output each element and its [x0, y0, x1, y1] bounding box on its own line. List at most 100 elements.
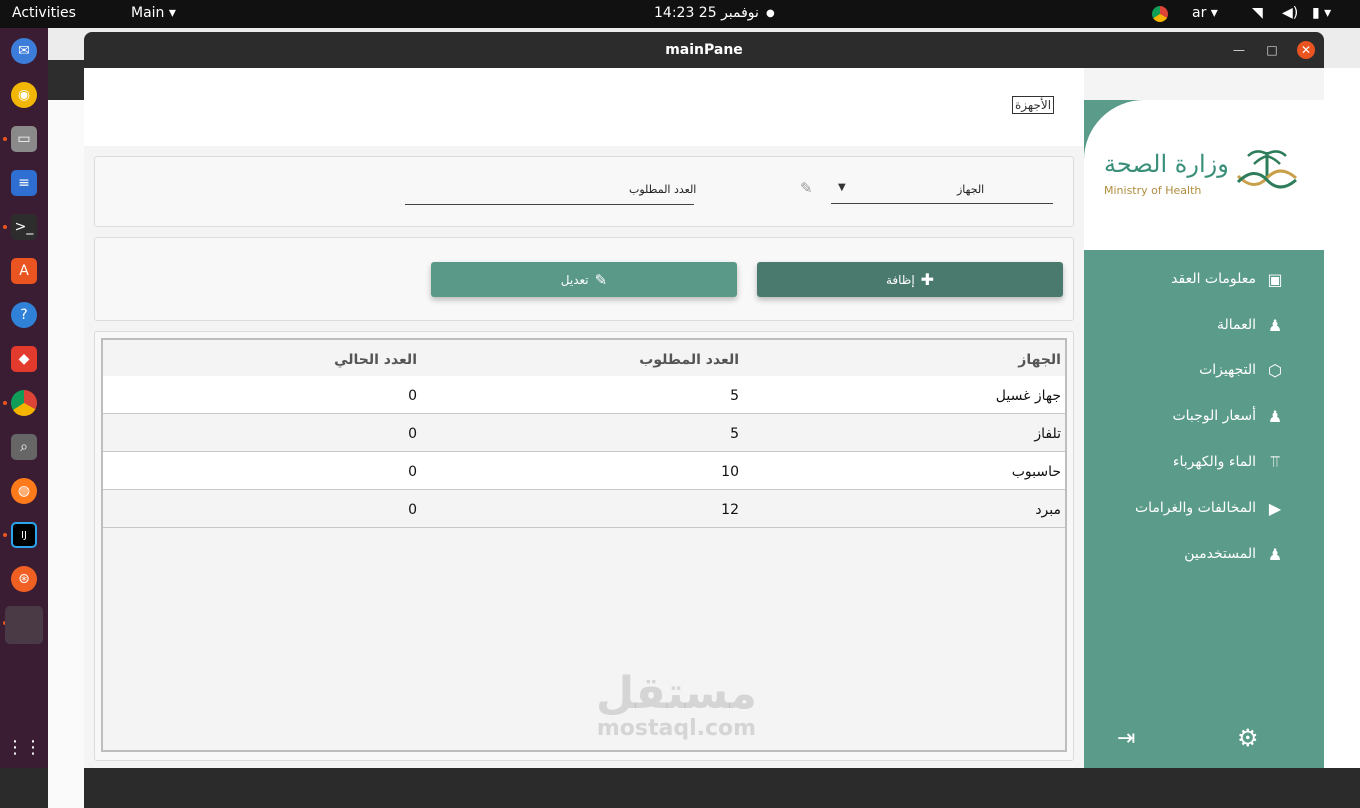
user-icon: ♟ — [1267, 544, 1283, 564]
running-indicator — [3, 401, 7, 405]
running-indicator — [3, 533, 7, 537]
running-indicator — [3, 137, 7, 141]
cell-current: 0 — [408, 464, 417, 480]
system-top-bar: Activities Main ▾ 14:23 نوفمبر 25 ● ar ▾… — [0, 0, 1360, 28]
logout-icon[interactable]: ⇥ — [1117, 726, 1135, 751]
required-count-input[interactable] — [405, 204, 694, 205]
header-current-count: العدد الحالي — [334, 352, 417, 368]
actions-card: إظافة ✚ تعديل ✎ — [94, 237, 1074, 321]
user-icon: ♟ — [1267, 406, 1283, 426]
language-indicator[interactable]: ar ▾ — [1192, 5, 1218, 21]
minimize-icon[interactable]: — — [1230, 41, 1248, 59]
logo-area: وزارة الصحة Ministry of Health — [1084, 100, 1324, 250]
running-indicator — [3, 225, 7, 229]
sidebar-item-label: الماء والكهرباء — [1172, 454, 1256, 470]
sidebar-item-equipment[interactable]: التجهيزات ⬡ — [1199, 358, 1284, 382]
table-row[interactable]: جهاز غسيل 5 0 — [103, 376, 1065, 414]
battery-icon[interactable]: ▮ ▾ — [1312, 5, 1331, 21]
window-title: mainPane — [665, 42, 743, 58]
plus-icon: ✚ — [920, 270, 935, 289]
volume-icon[interactable]: ◀) — [1282, 5, 1298, 21]
chrome-icon[interactable] — [11, 390, 37, 416]
background-window-right-strip — [1324, 68, 1360, 768]
show-apps-icon[interactable]: ⋮⋮ — [6, 734, 42, 760]
firefox-icon[interactable]: ◍ — [11, 478, 37, 504]
required-count-label: العدد المطلوب — [629, 183, 697, 196]
cell-device: مبرد — [1035, 502, 1061, 518]
app-menu[interactable]: Main ▾ — [131, 5, 176, 21]
cell-device: جهاز غسيل — [995, 388, 1061, 404]
clipboard-icon: ▣ — [1267, 269, 1283, 289]
close-icon[interactable]: ✕ — [1297, 41, 1315, 59]
terminal-icon[interactable]: >_ — [11, 214, 37, 240]
cell-required: 12 — [721, 502, 739, 518]
software-center-icon[interactable]: A — [11, 258, 37, 284]
page-title: الأجهزة — [1012, 96, 1055, 114]
sidebar-item-violations-fines[interactable]: المخالفات والغرامات ▶ — [1135, 496, 1284, 520]
form-card: الجهاز ▼ ✎ العدد المطلوب — [94, 156, 1074, 227]
cell-device: تلفاز — [1034, 426, 1061, 442]
edit-icon: ✎ — [594, 270, 608, 289]
add-button[interactable]: إظافة ✚ — [757, 262, 1063, 297]
header-area: الأجهزة — [84, 68, 1084, 146]
gear-icon[interactable]: ⚙ — [1237, 724, 1259, 752]
sidebar-item-contract-info[interactable]: معلومات العقد ▣ — [1171, 267, 1284, 291]
cell-required: 5 — [730, 388, 739, 404]
cell-required: 10 — [721, 464, 739, 480]
java-app-icon[interactable] — [5, 606, 43, 644]
play-icon: ▶ — [1268, 498, 1282, 518]
background-window-left-strip — [48, 100, 84, 808]
cell-current: 0 — [408, 502, 417, 518]
sidebar-item-label: معلومات العقد — [1171, 271, 1256, 287]
wifi-icon[interactable]: ◥ — [1252, 5, 1263, 21]
user-icon: ♟ — [1267, 315, 1283, 335]
help-icon[interactable]: ? — [11, 302, 37, 328]
rhythmbox-icon[interactable]: ◉ — [11, 82, 37, 108]
table-row[interactable]: حاسبوب 10 0 — [103, 452, 1065, 490]
sidebar-item-label: المستخدمين — [1184, 546, 1256, 562]
sidebar-item-water-electricity[interactable]: الماء والكهرباء ⫪ — [1173, 450, 1284, 474]
anydesk-icon[interactable]: ◆ — [11, 346, 37, 372]
cell-required: 5 — [730, 426, 739, 442]
cell-device: حاسبوب — [1011, 464, 1061, 480]
app-menu-label: Main — [131, 5, 165, 21]
writer-icon[interactable]: ≡ — [11, 170, 37, 196]
files-icon[interactable]: ▭ — [11, 126, 37, 152]
edit-button[interactable]: تعديل ✎ — [431, 262, 737, 297]
tower-icon: ⫪ — [1270, 452, 1280, 471]
watermark-latin: mostaql.com — [596, 716, 757, 741]
sidebar-item-label: المخالفات والغرامات — [1134, 500, 1256, 516]
notification-dot-icon: ● — [766, 8, 775, 19]
box-icon: ⬡ — [1268, 360, 1282, 380]
table-row[interactable]: مبرد 12 0 — [103, 490, 1065, 528]
activities-button[interactable]: Activities — [12, 5, 76, 21]
search-app-icon[interactable]: ⌕ — [11, 434, 37, 460]
chrome-tray-icon[interactable] — [1152, 6, 1168, 22]
background-window-header — [48, 60, 84, 100]
ministry-logo-english: Ministry of Health — [1104, 184, 1202, 197]
sidebar-item-labor[interactable]: العمالة ♟ — [1217, 313, 1284, 337]
cell-current: 0 — [408, 388, 417, 404]
edit-field-icon[interactable]: ✎ — [800, 179, 813, 197]
sidebar-item-label: التجهيزات — [1199, 362, 1256, 378]
sidebar-item-meal-prices[interactable]: أسعار الوجبات ♟ — [1172, 404, 1284, 428]
device-select[interactable] — [831, 203, 1053, 204]
sidebar: وزارة الصحة Ministry of Health معلومات ا… — [1084, 100, 1324, 768]
dock: ✉ ◉ ▭ ≡ >_ A ? ◆ ⌕ ◍ IJ ⊛ ⋮⋮ — [0, 28, 48, 768]
maximize-icon[interactable]: □ — [1263, 41, 1281, 59]
ubuntu-icon[interactable]: ⊛ — [11, 566, 37, 592]
sidebar-item-label: أسعار الوجبات — [1172, 408, 1256, 424]
ministry-logo-arabic: وزارة الصحة — [1104, 150, 1229, 178]
watermark-arabic: مستقل — [596, 668, 757, 719]
device-label: الجهاز — [957, 183, 985, 196]
edit-button-label: تعديل — [560, 272, 589, 287]
dropdown-arrow-icon[interactable]: ▼ — [838, 182, 846, 193]
window-titlebar: mainPane — □ ✕ — [84, 32, 1324, 68]
thunderbird-icon[interactable]: ✉ — [11, 38, 37, 64]
sidebar-item-users[interactable]: المستخدمين ♟ — [1184, 542, 1284, 566]
table-row[interactable]: تلفاز 5 0 — [103, 414, 1065, 452]
devices-table: الجهاز العدد المطلوب العدد الحالي جهاز غ… — [101, 338, 1067, 752]
header-device: الجهاز — [1018, 352, 1061, 368]
clock[interactable]: 14:23 نوفمبر 25 — [654, 5, 759, 21]
intellij-icon[interactable]: IJ — [11, 522, 37, 548]
